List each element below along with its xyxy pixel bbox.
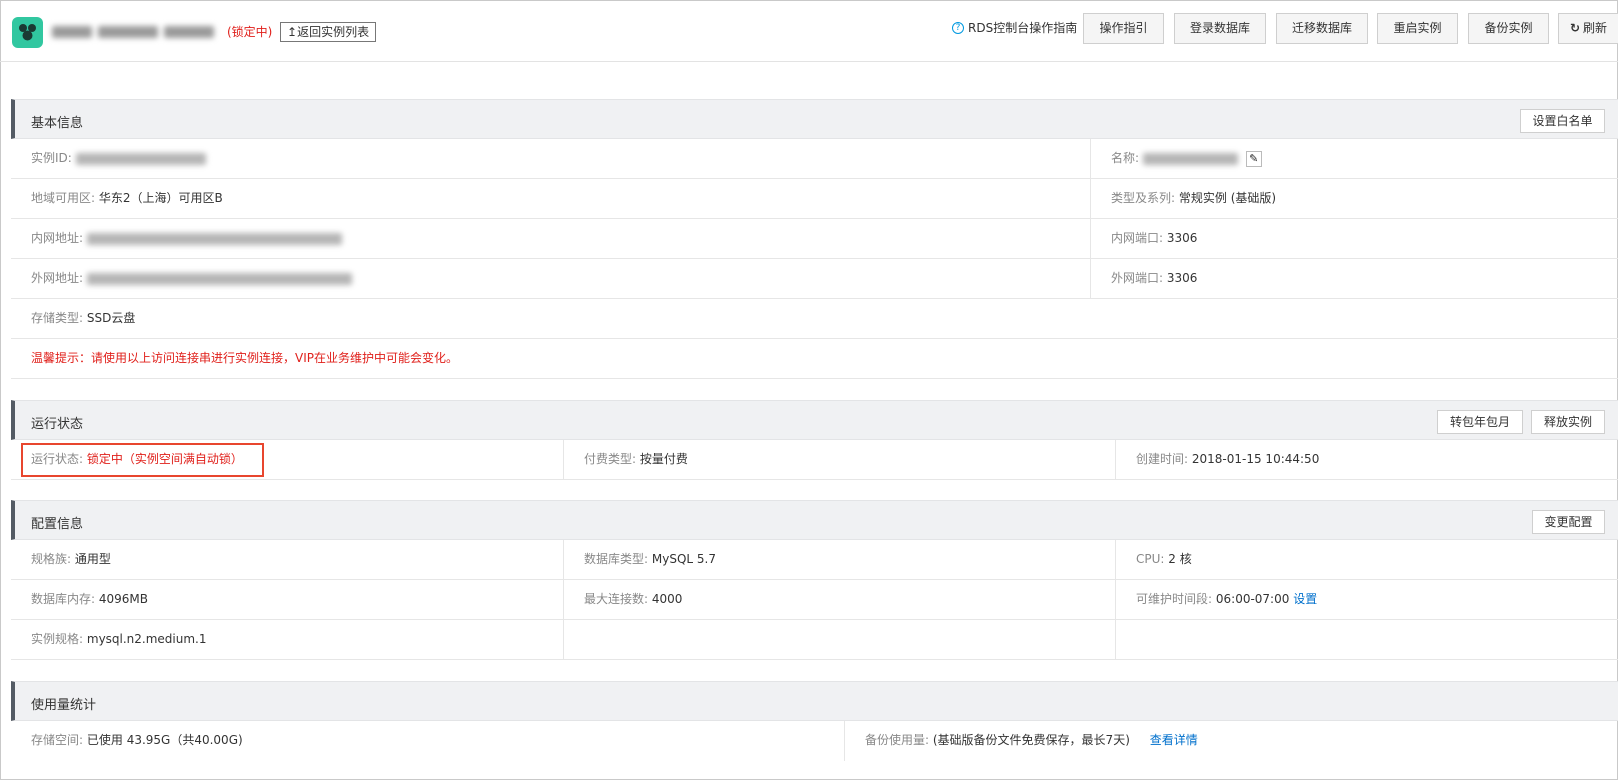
internet-port-label: 外网端口: (1111, 271, 1164, 285)
spec-family-label: 规格族: (31, 552, 72, 566)
usage-section: 使用量统计 存储空间: 已使用 43.95G（共40.00G) 备份使用量: (… (11, 681, 1618, 761)
internet-address-label: 外网地址: (31, 271, 84, 285)
config-title: 配置信息 (31, 517, 84, 532)
created-time-value: 2018-01-15 10:44:50 (1191, 452, 1320, 466)
type-series-label: 类型及系列: (1111, 191, 1176, 205)
config-row: 实例规格: mysql.n2.medium.1 (11, 620, 1618, 660)
spec-family-value: 通用型 (74, 552, 111, 566)
backup-usage-label: 备份使用量: (865, 733, 930, 747)
info-row: 内网地址: 内网端口: 3306 (11, 219, 1618, 259)
refresh-icon: ↻ (1569, 21, 1581, 35)
basic-info-header: 基本信息 设置白名单 (11, 99, 1618, 139)
billing-type-label: 付费类型: (584, 452, 637, 466)
info-row: 实例ID: 名称: ✎ (11, 139, 1618, 179)
created-time-label: 创建时间: (1136, 452, 1189, 466)
cpu-value: 2 核 (1168, 552, 1192, 566)
db-memory-label: 数据库内存: (31, 592, 96, 606)
maintenance-window-label: 可维护时间段: (1136, 592, 1213, 606)
run-status-title: 运行状态 (31, 417, 84, 432)
run-status-header: 运行状态 转包年包月 释放实例 (11, 400, 1618, 440)
operation-guide-button[interactable]: 操作指引 (1083, 13, 1164, 44)
help-circle-icon: ? (952, 21, 964, 34)
backup-instance-button[interactable]: 备份实例 (1468, 13, 1549, 44)
basic-info-title: 基本信息 (31, 116, 84, 131)
change-config-button[interactable]: 变更配置 (1532, 510, 1605, 534)
instance-id-label: 实例ID: (31, 151, 72, 165)
restart-instance-button[interactable]: 重启实例 (1377, 13, 1458, 44)
view-details-link[interactable]: 查看详情 (1150, 733, 1198, 747)
storage-type-label: 存储类型: (31, 311, 84, 325)
info-row: 地域可用区: 华东2（上海）可用区B 类型及系列: 常规实例 (基础版) (11, 179, 1618, 219)
config-row: 规格族: 通用型 数据库类型: MySQL 5.7 CPU: 2 核 (11, 540, 1618, 580)
rds-logo-icon (12, 17, 43, 48)
back-to-list-label: 返回实例列表 (297, 25, 370, 39)
storage-type-value: SSD云盘 (86, 311, 136, 325)
internet-port-value: 3306 (1166, 271, 1198, 285)
status-row: 运行状态: 锁定中（实例空间满自动锁） 付费类型: 按量付费 创建时间: 201… (11, 440, 1618, 480)
instance-id-value-redacted (75, 152, 206, 165)
storage-space-value: 已使用 43.95G（共40.00G) (86, 733, 243, 747)
back-to-list-button[interactable]: ↥返回实例列表 (280, 22, 377, 42)
maintenance-settings-link[interactable]: 设置 (1293, 592, 1317, 606)
connection-tip: 温馨提示：请使用以上访问连接串进行实例连接，VIP在业务维护中可能会变化。 (31, 351, 458, 365)
basic-info-section: 基本信息 设置白名单 实例ID: 名称: ✎ 地域可用区: 华东2（上海）可用区… (11, 99, 1618, 379)
console-guide-label: RDS控制台操作指南 (968, 21, 1078, 35)
usage-row: 存储空间: 已使用 43.95G（共40.00G) 备份使用量: (基础版备份文… (11, 721, 1618, 761)
tip-row: 温馨提示：请使用以上访问连接串进行实例连接，VIP在业务维护中可能会变化。 (11, 339, 1618, 379)
release-instance-button[interactable]: 释放实例 (1531, 410, 1605, 434)
config-section: 配置信息 变更配置 规格族: 通用型 数据库类型: MySQL 5.7 CPU:… (11, 500, 1618, 660)
type-series-value: 常规实例 (基础版) (1178, 191, 1277, 205)
info-row: 外网地址: 外网端口: 3306 (11, 259, 1618, 299)
edit-pencil-icon[interactable]: ✎ (1245, 150, 1262, 167)
locked-status-tag: (锁定中) (227, 25, 273, 39)
maintenance-window-value: 06:00-07:00 (1215, 592, 1290, 606)
intranet-address-label: 内网地址: (31, 231, 84, 245)
instance-spec-label: 实例规格: (31, 632, 84, 646)
backup-usage-value: (基础版备份文件免费保存，最长7天) (932, 733, 1130, 747)
usage-title: 使用量统计 (31, 698, 97, 713)
login-database-button[interactable]: 登录数据库 (1174, 13, 1266, 44)
intranet-address-value-redacted (86, 232, 342, 245)
console-guide-link[interactable]: ? RDS控制台操作指南 (952, 19, 1077, 36)
cpu-label: CPU: (1136, 552, 1165, 566)
db-memory-value: 4096MB (98, 592, 148, 606)
convert-subscription-button[interactable]: 转包年包月 (1437, 410, 1523, 434)
region-label: 地域可用区: (31, 191, 96, 205)
migrate-database-button[interactable]: 迁移数据库 (1276, 13, 1368, 44)
usage-header: 使用量统计 (11, 681, 1618, 721)
max-connections-value: 4000 (651, 592, 683, 606)
config-row: 数据库内存: 4096MB 最大连接数: 4000 可维护时间段: 06:00-… (11, 580, 1618, 620)
max-connections-label: 最大连接数: (584, 592, 649, 606)
run-status-section: 运行状态 转包年包月 释放实例 运行状态: 锁定中（实例空间满自动锁） 付费类型… (11, 400, 1618, 480)
name-value-redacted (1142, 152, 1238, 165)
billing-type-value: 按量付费 (639, 452, 688, 466)
instance-name-redacted (52, 22, 222, 42)
set-whitelist-button[interactable]: 设置白名单 (1520, 109, 1605, 133)
refresh-button[interactable]: ↻ 刷新 (1558, 13, 1618, 44)
refresh-label: 刷新 (1583, 21, 1608, 35)
name-label: 名称: (1111, 151, 1140, 165)
region-value: 华东2（上海）可用区B (98, 191, 223, 205)
info-row: 存储类型: SSD云盘 (11, 299, 1618, 339)
status-highlight-box (21, 443, 264, 477)
storage-space-label: 存储空间: (31, 733, 84, 747)
db-type-value: MySQL 5.7 (651, 552, 716, 566)
instance-header: (锁定中) ↥返回实例列表 ? RDS控制台操作指南 操作指引 登录数据库 迁移… (0, 0, 1618, 62)
internet-address-value-redacted (86, 272, 352, 285)
intranet-port-value: 3306 (1166, 231, 1198, 245)
db-type-label: 数据库类型: (584, 552, 649, 566)
config-header: 配置信息 变更配置 (11, 500, 1618, 540)
intranet-port-label: 内网端口: (1111, 231, 1164, 245)
instance-spec-value: mysql.n2.medium.1 (86, 632, 207, 646)
arrow-up-icon: ↥ (287, 25, 298, 39)
